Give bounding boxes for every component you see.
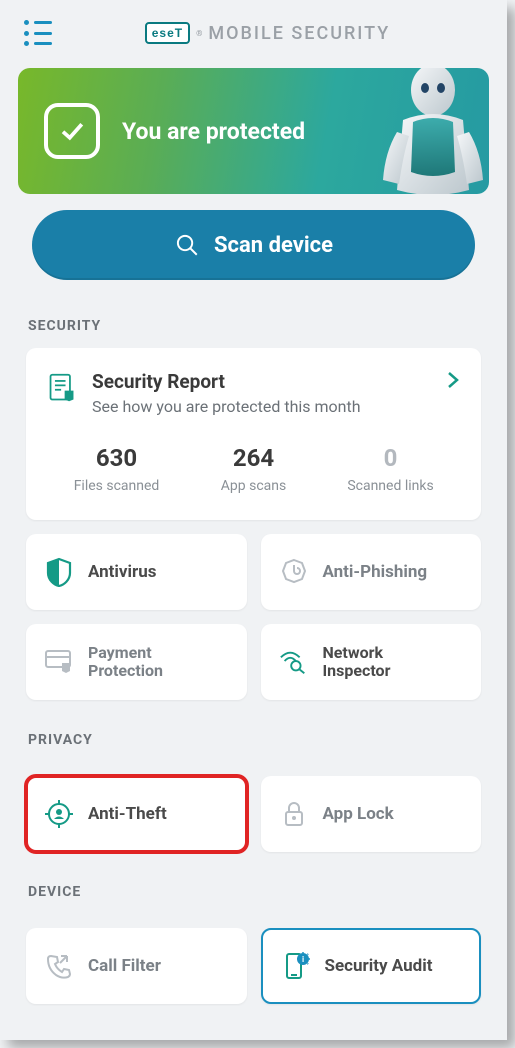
tile-label: App Lock [323,804,394,824]
report-icon [48,373,76,403]
stat-files-value: 630 [48,444,185,472]
report-title: Security Report [92,370,431,393]
card-icon [44,647,74,677]
status-message: You are protected [122,118,305,145]
brand-logo-badge: eseT [145,22,190,44]
tile-label: Anti-Phishing [323,562,428,582]
svg-text:i: i [301,955,303,964]
crosshair-icon [44,799,74,829]
report-subtitle: See how you are protected this month [92,397,431,416]
security-report-card[interactable]: Security Report See how you are protecte… [26,348,481,520]
tile-label: Antivirus [88,562,157,582]
tile-payment[interactable]: PaymentProtection [26,624,247,700]
shield-icon [44,557,74,587]
hook-icon [279,557,309,587]
scan-device-button[interactable]: Scan device [32,210,475,280]
stat-files-label: Files scanned [48,478,185,494]
tile-security-audit[interactable]: i Security Audit [261,928,482,1004]
check-icon [44,103,100,159]
status-banner: You are protected [18,68,489,194]
brand-text: MOBILE SECURITY [208,23,390,44]
tile-label: Anti-Theft [88,804,167,824]
brand-logo: eseT® MOBILE SECURITY [145,22,391,44]
lock-icon [279,799,309,829]
robot-illustration [373,68,489,194]
scan-button-label: Scan device [214,233,333,258]
tile-label: Security Audit [325,956,433,976]
tile-label: Call Filter [88,956,161,976]
phone-info-icon: i [281,951,311,981]
tile-antiphishing[interactable]: Anti-Phishing [261,534,482,610]
section-label-security: SECURITY [0,304,507,348]
tile-antivirus[interactable]: Antivirus [26,534,247,610]
tile-label: PaymentProtection [88,644,163,681]
section-label-privacy: PRIVACY [0,718,507,762]
stat-links-label: Scanned links [322,478,459,494]
search-icon [174,232,200,258]
tile-callfilter[interactable]: Call Filter [26,928,247,1004]
tile-network[interactable]: NetworkInspector [261,624,482,700]
stat-apps-value: 264 [185,444,322,472]
section-label-device: DEVICE [0,870,507,914]
report-stats: 630 Files scanned 264 App scans 0 Scanne… [48,444,459,494]
chevron-right-icon [447,370,459,395]
tile-label: NetworkInspector [323,644,391,681]
menu-icon[interactable] [24,20,54,46]
tile-applock[interactable]: App Lock [261,776,482,852]
phone-icon [44,951,74,981]
tile-antitheft[interactable]: Anti-Theft [26,776,247,852]
stat-apps-label: App scans [185,478,322,494]
wifi-search-icon [279,647,309,677]
stat-links-value: 0 [322,444,459,472]
